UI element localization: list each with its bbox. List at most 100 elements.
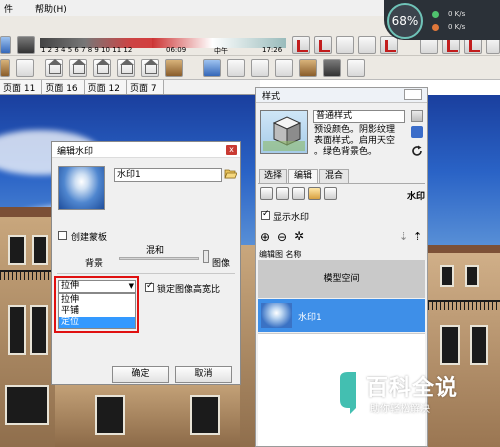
shadow-noon-label: 中午 [214, 47, 228, 55]
left-view-icon[interactable] [165, 59, 183, 77]
villa-window [30, 305, 48, 355]
style-icon[interactable] [347, 59, 365, 77]
shadow-months-label: 1 2 3 4 5 6 7 8 9 10 11 12 [41, 46, 133, 54]
villa-window [440, 325, 460, 365]
style-description-line: 预设颜色。阴影纹理 [314, 125, 396, 135]
tab-select[interactable]: 选择 [259, 169, 287, 183]
update-style-icon[interactable] [411, 126, 423, 138]
memory-usage-percent: 68% [391, 14, 419, 28]
modeling-settings-icon[interactable] [324, 187, 337, 200]
section-icon[interactable] [16, 59, 34, 77]
folder-open-icon[interactable] [224, 167, 237, 179]
download-indicator-icon [432, 24, 439, 31]
iso-view-icon[interactable] [45, 59, 63, 77]
refresh-icon[interactable] [411, 145, 423, 157]
ok-button[interactable]: 确定 [112, 366, 169, 383]
shaded-textures-icon[interactable] [299, 59, 317, 77]
divider [258, 183, 425, 184]
watermark-row-label: 水印1 [298, 313, 322, 323]
image-label: 图像 [212, 259, 231, 269]
villa-roof-right [424, 245, 500, 253]
panel-minimize-icon[interactable] [404, 89, 422, 100]
shaded-icon[interactable] [275, 59, 293, 77]
villa-balcony-rail [0, 270, 55, 280]
blend-slider-track[interactable] [119, 257, 199, 260]
villa-window [32, 235, 48, 265]
toolbar-views [0, 56, 500, 80]
style-description-line: 。绿色背景色。 [314, 147, 378, 157]
blend-slider-thumb[interactable] [203, 250, 209, 263]
shadow-toggle-icon[interactable] [17, 36, 35, 54]
pushpull-tool-icon[interactable] [314, 36, 332, 54]
monochrome-icon[interactable] [323, 59, 341, 77]
upload-speed: 0 K/s [448, 10, 466, 18]
lock-aspect-label: 锁定图像高宽比 [157, 285, 221, 295]
style-name-input[interactable]: 普通样式 [313, 110, 405, 123]
rotate-tool-icon[interactable] [336, 36, 354, 54]
villa-window [440, 265, 454, 287]
hidden-line-icon[interactable] [251, 59, 269, 77]
background-settings-icon[interactable] [292, 187, 305, 200]
watermark-settings-icon[interactable] [308, 187, 321, 200]
right-view-icon[interactable] [117, 59, 135, 77]
create-mask-checkbox[interactable] [58, 231, 67, 240]
villa-window [470, 325, 488, 365]
add-watermark-icon[interactable]: ⊕ [260, 231, 270, 243]
front-view-icon[interactable] [93, 59, 111, 77]
panel-title: 样式 [262, 92, 281, 102]
menu-item-help[interactable]: 帮助(H) [35, 2, 67, 15]
menu-item-file[interactable]: 件 [4, 2, 13, 15]
wireframe-icon[interactable] [227, 59, 245, 77]
remove-watermark-icon[interactable]: ⊖ [277, 231, 287, 243]
edge-settings-icon[interactable] [260, 187, 273, 200]
face-settings-icon[interactable] [276, 187, 289, 200]
villa-window [95, 395, 125, 435]
create-style-icon[interactable] [411, 110, 423, 122]
followme-tool-icon[interactable] [358, 36, 376, 54]
move-up-icon[interactable]: ⇡ [413, 230, 422, 243]
upload-indicator-icon [432, 11, 439, 18]
watermark-settings-gear-icon[interactable]: ✲ [294, 230, 304, 242]
background-label: 背景 [85, 259, 104, 269]
villa-balcony-rail [428, 300, 500, 310]
top-view-icon[interactable] [69, 59, 87, 77]
model-space-row[interactable]: 模型空间 [258, 260, 425, 298]
scene-tab[interactable]: 页面 16 [42, 80, 85, 94]
list-header: 编辑图 名称 [259, 250, 302, 259]
cancel-button[interactable]: 取消 [175, 366, 232, 383]
scale-tool-icon[interactable] [380, 36, 398, 54]
lock-aspect-checkbox[interactable] [145, 281, 154, 292]
villa-window [8, 235, 26, 265]
move-tool-icon[interactable] [292, 36, 310, 54]
panel-titlebar[interactable]: 样式 [256, 88, 427, 103]
scene-tab[interactable]: 页面 12 [84, 80, 127, 94]
section-title: 水印 [407, 192, 426, 202]
show-watermark-checkbox[interactable] [261, 209, 270, 220]
material-icon[interactable] [0, 59, 10, 77]
dialog-titlebar[interactable]: 编辑水印 x [52, 142, 240, 158]
xray-icon[interactable] [203, 59, 221, 77]
watermark-list-row[interactable]: 水印1 [258, 299, 425, 332]
tab-edit[interactable]: 编辑 [288, 169, 318, 184]
style-preview-thumbnail [260, 110, 308, 154]
highlight-annotation-box [54, 276, 139, 333]
create-mask-label: 创建蒙板 [71, 233, 108, 243]
villa-window [8, 305, 26, 355]
tab-mix[interactable]: 混合 [319, 169, 349, 183]
close-icon[interactable]: x [226, 145, 237, 155]
blend-label: 混和 [146, 246, 165, 256]
watermark-name-input[interactable]: 水印1 [114, 168, 222, 182]
shadow-time-end: 17:26 [262, 46, 283, 54]
scene-tab[interactable]: 页面 11 [0, 80, 43, 94]
show-watermark-label: 显示水印 [273, 213, 310, 223]
scene-tab[interactable]: 页面 7 [126, 80, 164, 94]
villa-center-wing [55, 380, 255, 447]
download-speed: 0 K/s [448, 23, 466, 31]
back-view-icon[interactable] [141, 59, 159, 77]
move-down-icon[interactable]: ⇣ [399, 230, 408, 243]
divider [57, 273, 235, 274]
info-icon[interactable] [0, 36, 11, 54]
dialog-title: 编辑水印 [57, 147, 94, 157]
baike-logo-title: 百科全说 [366, 376, 459, 401]
edit-watermark-dialog: 编辑水印 x 水印1 创建蒙板 混和 背景 图像 拉伸 ▼ 拉伸 平铺 定位 锁… [51, 141, 241, 385]
